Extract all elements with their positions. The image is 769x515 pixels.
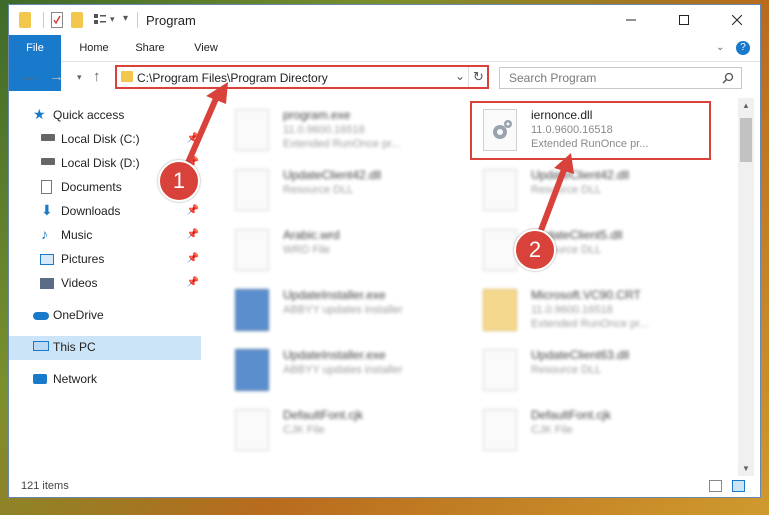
callout-1: 1 <box>158 160 200 202</box>
callout-2: 2 <box>514 229 556 271</box>
annotation-arrows <box>181 82 574 236</box>
